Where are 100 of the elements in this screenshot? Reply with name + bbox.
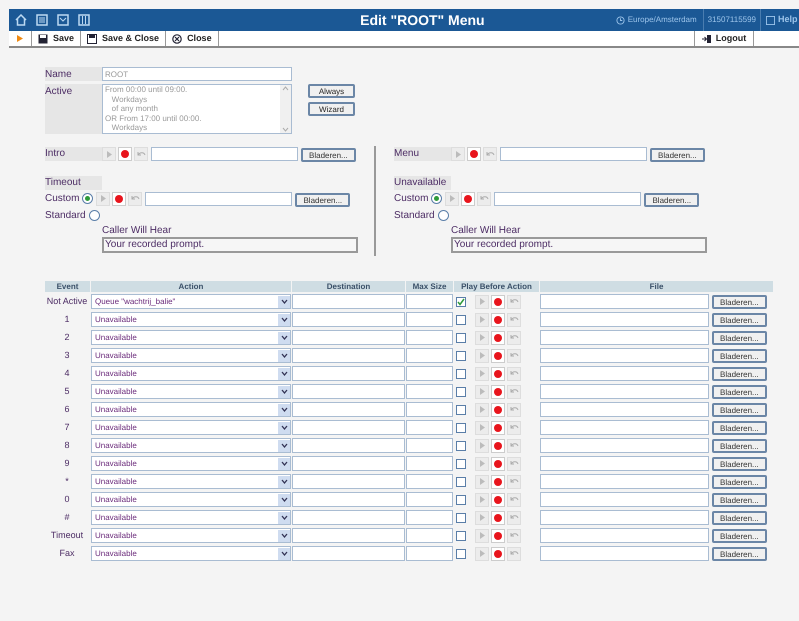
max-size-field[interactable] bbox=[406, 456, 453, 471]
toolbar-button[interactable]: Save & Close bbox=[81, 31, 166, 46]
record-button[interactable] bbox=[112, 192, 126, 206]
file-field[interactable] bbox=[540, 294, 709, 309]
max-size-field[interactable] bbox=[406, 384, 453, 399]
undo-button[interactable] bbox=[507, 330, 521, 344]
radio-button[interactable] bbox=[88, 210, 100, 221]
destination-field[interactable] bbox=[292, 330, 405, 345]
destination-field[interactable] bbox=[292, 366, 405, 381]
undo-button[interactable] bbox=[507, 546, 521, 560]
checkbox[interactable] bbox=[456, 476, 466, 486]
file-field[interactable] bbox=[145, 192, 292, 206]
max-size-field[interactable] bbox=[406, 348, 453, 363]
action-select[interactable]: Unavailable bbox=[91, 348, 291, 363]
destination-field[interactable] bbox=[292, 528, 405, 543]
action-select[interactable]: Unavailable bbox=[91, 474, 291, 489]
destination-field[interactable] bbox=[292, 384, 405, 399]
browse-button[interactable]: Bladeren... bbox=[295, 192, 350, 206]
browse-button[interactable]: Bladeren... bbox=[712, 366, 767, 380]
record-button[interactable] bbox=[491, 492, 505, 506]
browse-button[interactable]: Bladeren... bbox=[712, 546, 767, 560]
undo-button[interactable] bbox=[483, 147, 497, 161]
browse-button[interactable]: Bladeren... bbox=[650, 148, 705, 162]
max-size-field[interactable] bbox=[406, 402, 453, 417]
record-button[interactable] bbox=[491, 546, 505, 560]
checkbox[interactable] bbox=[456, 314, 466, 324]
undo-button[interactable] bbox=[507, 384, 521, 398]
record-button[interactable] bbox=[491, 384, 505, 398]
undo-button[interactable] bbox=[507, 348, 521, 362]
file-field[interactable] bbox=[540, 528, 709, 543]
action-select[interactable]: Unavailable bbox=[91, 384, 291, 399]
file-field[interactable] bbox=[540, 366, 709, 381]
action-select[interactable]: Unavailable bbox=[91, 420, 291, 435]
undo-button[interactable] bbox=[477, 192, 492, 206]
browse-button[interactable]: Bladeren... bbox=[712, 294, 767, 308]
action-select[interactable]: Unavailable bbox=[91, 438, 291, 453]
destination-field[interactable] bbox=[292, 402, 405, 417]
checkbox[interactable] bbox=[456, 422, 466, 432]
action-select[interactable]: Unavailable bbox=[91, 312, 291, 327]
destination-field[interactable] bbox=[292, 510, 405, 525]
record-button[interactable] bbox=[491, 528, 505, 542]
record-button[interactable] bbox=[491, 348, 505, 362]
max-size-field[interactable] bbox=[406, 546, 453, 561]
checkbox[interactable] bbox=[456, 548, 466, 558]
checkbox[interactable] bbox=[456, 368, 466, 378]
record-button[interactable] bbox=[491, 366, 505, 380]
form-button[interactable]: Wizard bbox=[308, 102, 355, 116]
file-field[interactable] bbox=[540, 312, 709, 327]
destination-field[interactable] bbox=[292, 438, 405, 453]
record-button[interactable] bbox=[467, 147, 481, 161]
radio-button[interactable] bbox=[438, 210, 449, 221]
checkbox[interactable] bbox=[456, 386, 466, 396]
record-button[interactable] bbox=[491, 510, 505, 524]
form-button[interactable]: Always bbox=[308, 84, 355, 98]
action-select[interactable]: Queue "wachtrij_balie" bbox=[91, 294, 291, 309]
undo-button[interactable] bbox=[507, 402, 521, 416]
max-size-field[interactable] bbox=[406, 366, 453, 381]
file-field[interactable] bbox=[540, 456, 709, 471]
undo-button[interactable] bbox=[507, 312, 521, 326]
help-link[interactable]: Help bbox=[778, 13, 798, 27]
record-button[interactable] bbox=[491, 474, 505, 488]
file-field[interactable] bbox=[540, 420, 709, 435]
radio-button[interactable] bbox=[82, 193, 94, 204]
checkbox[interactable] bbox=[456, 512, 466, 522]
max-size-field[interactable] bbox=[406, 492, 453, 507]
file-field[interactable] bbox=[494, 192, 642, 206]
browse-button[interactable]: Bladeren... bbox=[712, 384, 767, 398]
browse-button[interactable]: Bladeren... bbox=[644, 192, 700, 206]
max-size-field[interactable] bbox=[406, 312, 453, 327]
max-size-field[interactable] bbox=[406, 510, 453, 525]
browse-button[interactable]: Bladeren... bbox=[712, 348, 767, 362]
destination-field[interactable] bbox=[292, 492, 405, 507]
file-field[interactable] bbox=[540, 474, 709, 489]
destination-field[interactable] bbox=[292, 546, 405, 561]
checkbox[interactable] bbox=[456, 458, 466, 468]
file-field[interactable] bbox=[540, 492, 709, 507]
action-select[interactable]: Unavailable bbox=[91, 492, 291, 507]
undo-button[interactable] bbox=[507, 510, 521, 524]
browse-button[interactable]: Bladeren... bbox=[712, 438, 767, 452]
checkbox[interactable] bbox=[456, 530, 466, 540]
file-field[interactable] bbox=[540, 384, 709, 399]
toolbar-button[interactable]: Close bbox=[166, 31, 219, 46]
record-button[interactable] bbox=[461, 192, 476, 206]
max-size-field[interactable] bbox=[406, 294, 453, 309]
undo-button[interactable] bbox=[507, 456, 521, 470]
max-size-field[interactable] bbox=[406, 438, 453, 453]
file-field[interactable] bbox=[540, 348, 709, 363]
file-field[interactable] bbox=[540, 510, 709, 525]
destination-field[interactable] bbox=[292, 474, 405, 489]
action-select[interactable]: Unavailable bbox=[91, 456, 291, 471]
action-select[interactable]: Unavailable bbox=[91, 546, 291, 561]
checkbox[interactable] bbox=[456, 332, 466, 342]
checkbox[interactable] bbox=[456, 350, 466, 360]
record-button[interactable] bbox=[491, 456, 505, 470]
undo-button[interactable] bbox=[507, 438, 521, 452]
destination-field[interactable] bbox=[292, 420, 405, 435]
timezone-link[interactable]: Europe/Amsterdam bbox=[628, 14, 697, 26]
destination-field[interactable] bbox=[292, 294, 405, 309]
toolbar-button[interactable]: Save bbox=[32, 31, 82, 46]
logout-button[interactable]: Logout bbox=[694, 31, 754, 46]
